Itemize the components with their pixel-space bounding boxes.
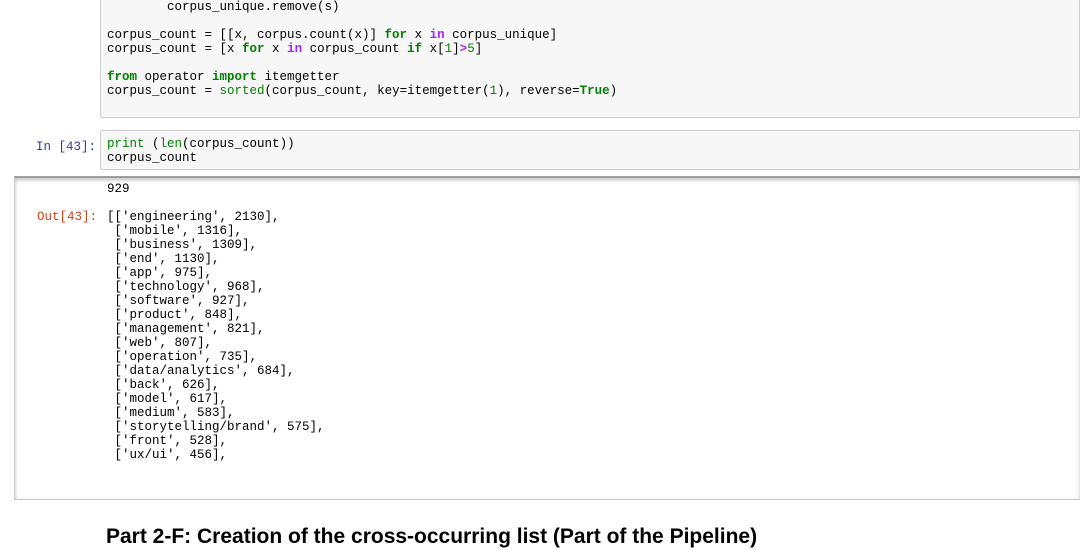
code-line: corpus_count = sorted(corpus_count, key=… — [107, 84, 618, 98]
list-item: ['web', 807], — [107, 336, 213, 350]
list-item: ['software', 927], — [107, 294, 250, 308]
code-line: corpus_count = [x for x in corpus_count … — [107, 42, 483, 56]
list-item: ['app', 975], — [107, 266, 213, 280]
list-item: ['data/analytics', 684], — [107, 364, 295, 378]
list-item: ['business', 1309], — [107, 238, 258, 252]
list-item: ['back', 626], — [107, 378, 220, 392]
list-item: ['management', 821], — [107, 322, 265, 336]
output-result: [['engineering', 2130], ['mobile', 1316]… — [107, 210, 325, 462]
list-item: ['technology', 968], — [107, 280, 265, 294]
list-item: ['operation', 735], — [107, 350, 258, 364]
section-heading: Part 2-F: Creation of the cross-occurrin… — [106, 525, 758, 548]
input-prompt: In [43]: — [35, 140, 96, 154]
stdout-output: 929 — [107, 182, 130, 196]
code-cell-1[interactable]: corpus_unique.remove(s) corpus_count = [… — [0, 0, 1080, 120]
output-prompt: Out[43]: — [36, 210, 97, 224]
list-item: [['engineering', 2130], — [107, 210, 280, 224]
code-line: corpus_count = [[x, corpus.count(x)] for… — [107, 28, 558, 42]
list-item: ['mobile', 1316], — [107, 224, 243, 238]
code-line: corpus_unique.remove(s) — [107, 0, 340, 14]
code-editor-1[interactable]: corpus_unique.remove(s) corpus_count = [… — [100, 0, 1080, 118]
code-line: corpus_count — [107, 151, 198, 165]
list-item: ['end', 1130], — [107, 252, 220, 266]
code-editor-2[interactable]: print (len(corpus_count)) corpus_count — [100, 130, 1080, 170]
list-item: ['model', 617], — [107, 392, 228, 406]
output-area[interactable]: 929 Out[43]: [['engineering', 2130], ['m… — [14, 176, 1080, 500]
list-item: ['medium', 583], — [107, 406, 235, 420]
list-item: ['product', 848], — [107, 308, 243, 322]
list-item: ['ux/ui', 456], — [107, 448, 228, 462]
code-line: print (len(corpus_count)) — [107, 137, 295, 151]
list-item: ['front', 528], — [107, 434, 228, 448]
code-text-2[interactable]: print (len(corpus_count)) corpus_count — [101, 131, 1079, 165]
code-cell-2[interactable]: In [43]: print (len(corpus_count)) corpu… — [0, 130, 1080, 174]
code-line: from operator import itemgetter — [107, 70, 340, 84]
list-item: ['storytelling/brand', 575], — [107, 420, 325, 434]
code-text-1[interactable]: corpus_unique.remove(s) corpus_count = [… — [101, 0, 1079, 98]
